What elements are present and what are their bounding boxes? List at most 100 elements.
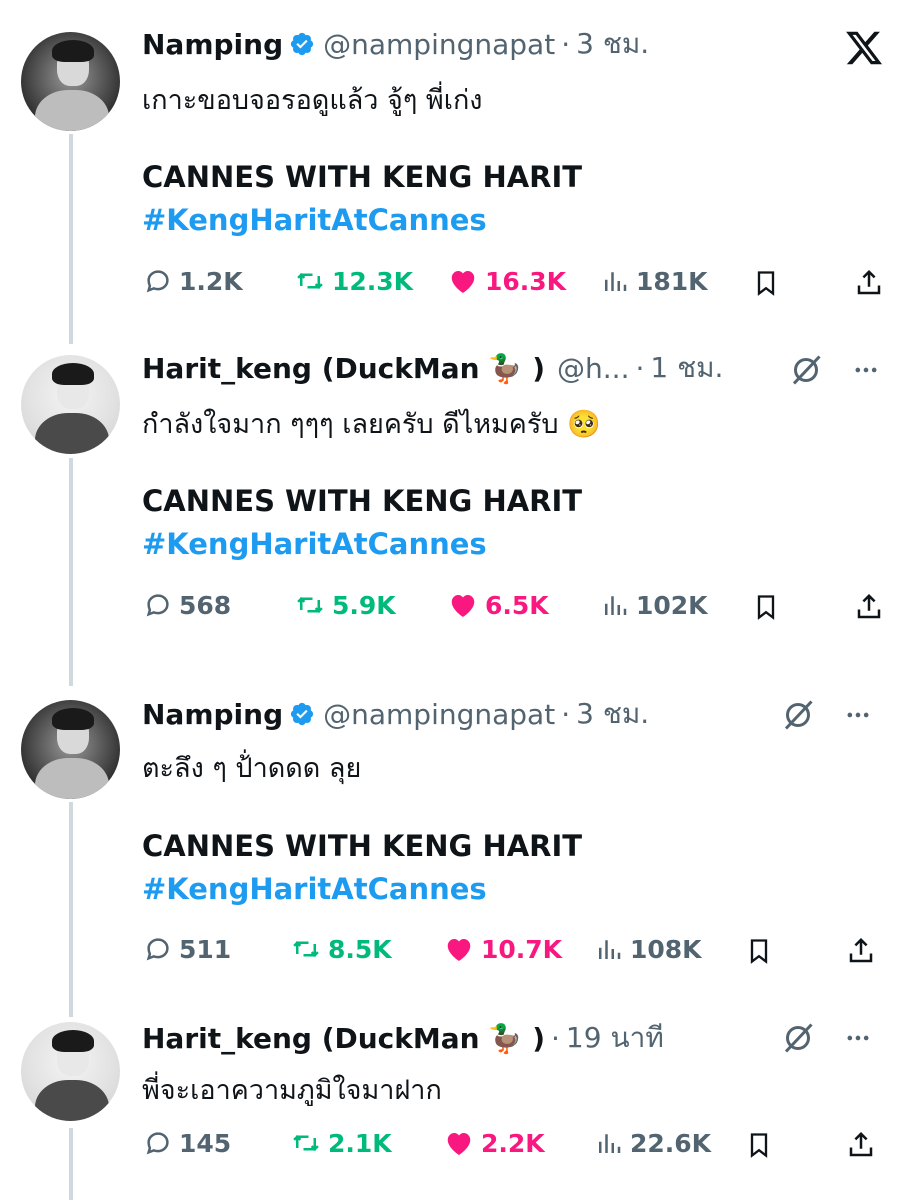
views-count: 108K bbox=[630, 934, 702, 964]
retweet-button[interactable]: 2.1K bbox=[290, 1128, 392, 1158]
thread-line bbox=[69, 802, 73, 1017]
tweet-text: พี่จะเอาความภูมิใจมาฝาก bbox=[142, 1075, 442, 1106]
verified-badge-icon bbox=[291, 702, 314, 726]
like-icon bbox=[447, 1133, 471, 1155]
tweet-header: Namping @nampingnapat · 3 ชม. bbox=[142, 24, 649, 64]
handle[interactable]: @nampingnapat bbox=[323, 28, 555, 61]
views-icon bbox=[605, 596, 627, 615]
views-button[interactable]: 102K bbox=[600, 590, 708, 620]
reply-icon bbox=[146, 270, 169, 293]
reply-button[interactable]: 1.2K bbox=[143, 266, 243, 296]
like-count: 2.2K bbox=[481, 1128, 545, 1158]
reply-icon bbox=[146, 938, 169, 961]
share-icon[interactable] bbox=[846, 1130, 876, 1160]
more-icon[interactable] bbox=[848, 356, 884, 384]
retweet-count: 8.5K bbox=[328, 934, 392, 964]
grok-icon[interactable] bbox=[780, 1020, 816, 1056]
tweet-headline: CANNES WITH KENG HARIT bbox=[142, 829, 583, 863]
avatar[interactable] bbox=[21, 1022, 120, 1121]
like-button[interactable]: 2.2K bbox=[443, 1128, 545, 1158]
handle[interactable]: @h... bbox=[557, 352, 629, 385]
like-button[interactable]: 6.5K bbox=[447, 590, 549, 620]
timestamp[interactable]: 3 ชม. bbox=[576, 692, 649, 736]
more-icon[interactable] bbox=[840, 1024, 876, 1052]
tweet-text: เกาะขอบจอรอดูแล้ว จู้ๆ พี่เก่ง bbox=[142, 85, 483, 116]
bookmark-icon[interactable] bbox=[752, 592, 780, 622]
separator: · bbox=[635, 351, 645, 385]
timestamp[interactable]: 3 ชม. bbox=[576, 22, 649, 66]
retweet-count: 2.1K bbox=[328, 1128, 392, 1158]
tweet-headline: CANNES WITH KENG HARIT bbox=[142, 484, 583, 518]
like-button[interactable]: 10.7K bbox=[443, 934, 562, 964]
thread-line bbox=[69, 134, 73, 344]
separator: · bbox=[561, 27, 571, 61]
avatar[interactable] bbox=[21, 32, 120, 131]
reply-icon bbox=[146, 594, 169, 617]
bookmark-icon[interactable] bbox=[752, 268, 780, 298]
reply-button[interactable]: 511 bbox=[143, 934, 231, 964]
verified-badge-icon bbox=[291, 32, 314, 56]
avatar[interactable] bbox=[21, 355, 120, 454]
retweet-icon bbox=[293, 1134, 319, 1152]
reply-count: 145 bbox=[179, 1128, 232, 1158]
like-button[interactable]: 16.3K bbox=[447, 266, 566, 296]
timestamp[interactable]: 19 นาที bbox=[566, 1016, 664, 1060]
display-name[interactable]: Harit_keng (DuckMan bbox=[142, 1022, 480, 1055]
duck-emoji: 🦆 ) bbox=[487, 351, 546, 385]
display-name[interactable]: Harit_keng (DuckMan bbox=[142, 352, 480, 385]
views-button[interactable]: 181K bbox=[600, 266, 708, 296]
thread-line bbox=[69, 458, 73, 686]
tweet-header: Harit_keng (DuckMan 🦆 ) @h... · 1 ชม. bbox=[142, 348, 723, 388]
like-count: 10.7K bbox=[481, 934, 563, 964]
views-count: 181K bbox=[636, 266, 708, 296]
thread-line bbox=[69, 1128, 73, 1200]
retweet-button[interactable]: 8.5K bbox=[290, 934, 392, 964]
separator: · bbox=[561, 697, 571, 731]
grok-icon[interactable] bbox=[780, 697, 816, 733]
retweet-button[interactable]: 5.9K bbox=[294, 590, 396, 620]
reply-count: 511 bbox=[179, 934, 232, 964]
tweet-headline: CANNES WITH KENG HARIT bbox=[142, 160, 583, 194]
share-icon[interactable] bbox=[854, 268, 884, 298]
tweet-header: Namping @nampingnapat · 3 ชม. bbox=[142, 694, 649, 734]
handle[interactable]: @nampingnapat bbox=[323, 698, 555, 731]
reply-icon bbox=[146, 1132, 169, 1155]
hashtag-link[interactable]: #KengHaritAtCannes bbox=[142, 527, 487, 561]
grok-icon[interactable] bbox=[788, 352, 824, 388]
reply-button[interactable]: 145 bbox=[143, 1128, 231, 1158]
avatar[interactable] bbox=[21, 700, 120, 799]
tweet-text: กำลังใจมาก ๆๆๆ เลยครับ ดีไหมครับ 🥺 bbox=[142, 409, 601, 440]
hashtag-link[interactable]: #KengHaritAtCannes bbox=[142, 872, 487, 906]
views-icon bbox=[599, 940, 621, 959]
x-logo-icon[interactable] bbox=[843, 28, 885, 68]
like-icon bbox=[451, 271, 475, 293]
like-icon bbox=[447, 939, 471, 961]
like-count: 16.3K bbox=[485, 266, 567, 296]
bookmark-icon[interactable] bbox=[745, 936, 773, 966]
tweet-text: ตะลึง ๆ ป้่าดดด ลุย bbox=[142, 753, 362, 784]
duck-emoji: 🦆 ) bbox=[487, 1021, 546, 1055]
hashtag-link[interactable]: #KengHaritAtCannes bbox=[142, 203, 487, 237]
views-icon bbox=[599, 1134, 621, 1153]
share-icon[interactable] bbox=[846, 936, 876, 966]
display-name[interactable]: Namping bbox=[142, 698, 283, 731]
timestamp[interactable]: 1 ชม. bbox=[650, 346, 723, 390]
views-button[interactable]: 108K bbox=[594, 934, 702, 964]
like-icon bbox=[451, 595, 475, 617]
views-count: 22.6K bbox=[630, 1128, 712, 1158]
reply-count: 1.2K bbox=[179, 266, 243, 296]
views-count: 102K bbox=[636, 590, 708, 620]
retweet-button[interactable]: 12.3K bbox=[294, 266, 413, 296]
retweet-count: 12.3K bbox=[332, 266, 414, 296]
bookmark-icon[interactable] bbox=[745, 1130, 773, 1160]
share-icon[interactable] bbox=[854, 592, 884, 622]
tweet-header: Harit_keng (DuckMan 🦆 ) · 19 นาที bbox=[142, 1018, 664, 1058]
retweet-icon bbox=[297, 596, 323, 614]
more-icon[interactable] bbox=[840, 701, 876, 729]
reply-button[interactable]: 568 bbox=[143, 590, 231, 620]
retweet-icon bbox=[293, 940, 319, 958]
separator: · bbox=[551, 1021, 560, 1055]
display-name[interactable]: Namping bbox=[142, 28, 283, 61]
views-button[interactable]: 22.6K bbox=[594, 1128, 711, 1158]
reply-count: 568 bbox=[179, 590, 232, 620]
